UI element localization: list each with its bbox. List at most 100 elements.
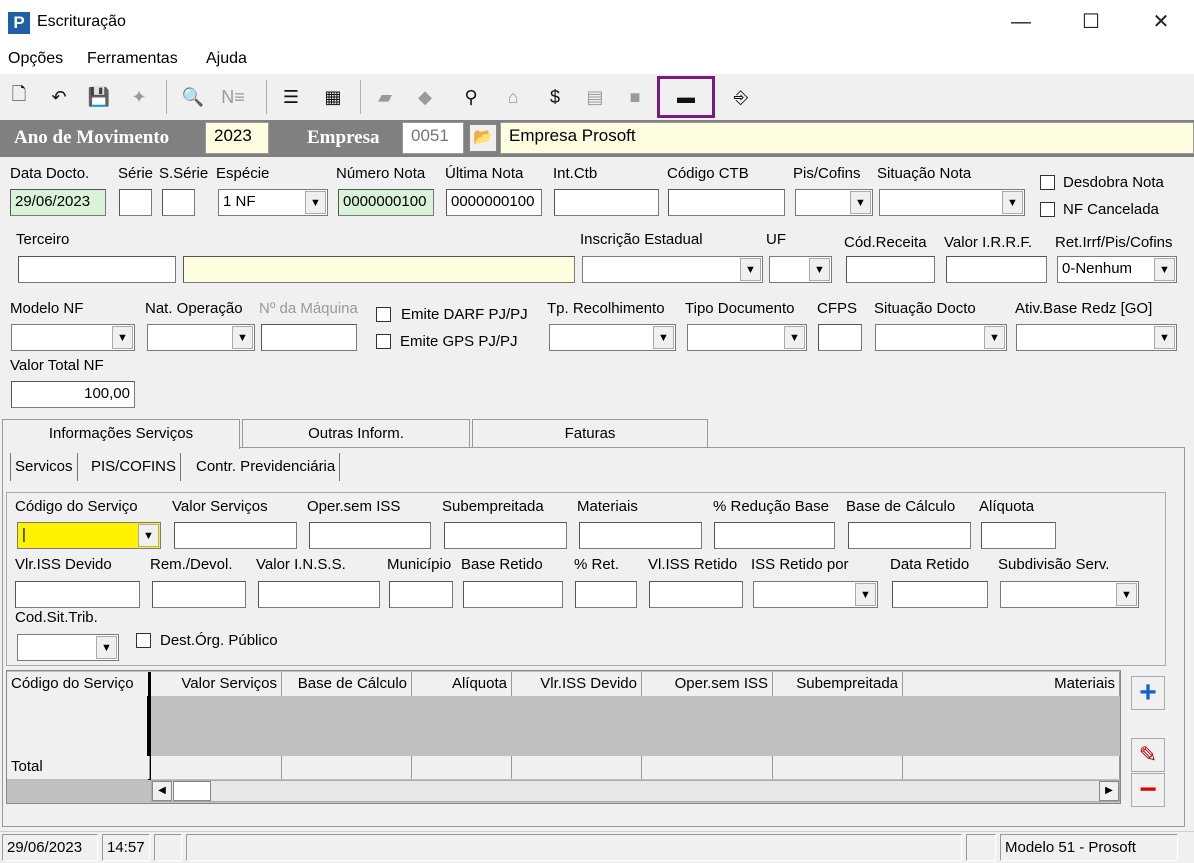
ledger-icon[interactable]: ▤: [582, 84, 608, 110]
tipo-documento-select[interactable]: ▼: [687, 324, 807, 351]
cfps-field[interactable]: [818, 324, 862, 351]
new-document-icon[interactable]: 🗋: [6, 84, 32, 110]
nat-operacao-select[interactable]: ▼: [147, 324, 255, 351]
grid-header-base[interactable]: Base de Cálculo: [282, 672, 412, 696]
chevron-down-icon[interactable]: ▼: [653, 326, 674, 349]
report-icon[interactable]: ▦: [320, 84, 346, 110]
scroll-thumb[interactable]: [173, 781, 211, 801]
edit-row-button[interactable]: ✎: [1131, 738, 1165, 772]
empresa-code-field[interactable]: 0051: [402, 122, 464, 154]
open-folder-icon[interactable]: 📂: [469, 124, 497, 152]
close-button[interactable]: ✕: [1146, 8, 1176, 36]
cod-sit-trib-select[interactable]: ▼: [17, 634, 119, 661]
subtab-contr-previdenciaria[interactable]: Contr. Previdenciária: [192, 453, 341, 481]
chevron-down-icon[interactable]: ▼: [138, 524, 159, 547]
desdobra-checkbox[interactable]: [1040, 175, 1055, 190]
nfe-icon[interactable]: N≡: [220, 84, 246, 110]
chevron-down-icon[interactable]: ▼: [1154, 258, 1175, 281]
preview-icon[interactable]: 🔍: [180, 84, 206, 110]
house-icon[interactable]: ⌂: [500, 84, 526, 110]
tab-faturas[interactable]: Faturas: [472, 419, 708, 447]
especie-select[interactable]: 1 NF ▼: [218, 189, 328, 216]
ano-field[interactable]: 2023: [205, 122, 269, 154]
menu-ferramentas[interactable]: Ferramentas: [87, 50, 178, 68]
minimize-button[interactable]: —: [1006, 8, 1036, 36]
undo-icon[interactable]: ↶: [46, 84, 72, 110]
data-docto-field[interactable]: 29/06/2023: [10, 189, 106, 216]
block-icon[interactable]: ■: [622, 84, 648, 110]
chevron-down-icon[interactable]: ▼: [232, 326, 253, 349]
chevron-down-icon[interactable]: ▼: [1002, 191, 1023, 214]
remove-row-button[interactable]: −: [1131, 773, 1165, 807]
grid-header-materiais[interactable]: Materiais: [903, 672, 1120, 696]
menu-opcoes[interactable]: Opções: [8, 50, 63, 68]
delete-icon[interactable]: ✦: [126, 84, 152, 110]
list-icon[interactable]: ☰: [278, 84, 304, 110]
calculator-icon[interactable]: ◆: [412, 84, 438, 110]
situacao-nota-select[interactable]: ▼: [879, 189, 1025, 216]
insc-estadual-select[interactable]: ▼: [582, 256, 763, 283]
rem-devol-field[interactable]: [152, 581, 246, 608]
add-row-button[interactable]: +: [1131, 676, 1165, 710]
perc-reducao-field[interactable]: [714, 522, 835, 549]
subempreitada-field[interactable]: [444, 522, 567, 549]
chevron-down-icon[interactable]: ▼: [96, 636, 117, 659]
scroll-right-icon[interactable]: ▶: [1099, 781, 1119, 801]
subtab-pis-cofins[interactable]: PIS/COFINS: [87, 453, 182, 481]
chevron-down-icon[interactable]: ▼: [1154, 326, 1175, 349]
valor-servicos-field[interactable]: [174, 522, 297, 549]
chevron-down-icon[interactable]: ▼: [855, 583, 876, 606]
materiais-field[interactable]: [579, 522, 702, 549]
grid-header-subempreitada[interactable]: Subempreitada: [773, 672, 903, 696]
menu-ajuda[interactable]: Ajuda: [206, 50, 247, 68]
chevron-down-icon[interactable]: ▼: [740, 258, 761, 281]
stamp-icon[interactable]: ⚲: [458, 84, 484, 110]
subtab-servicos[interactable]: Servicos: [10, 453, 78, 481]
cod-receita-field[interactable]: [846, 256, 935, 283]
tab-outras-inform[interactable]: Outras Inform.: [242, 419, 470, 447]
serie-field[interactable]: [119, 189, 152, 216]
uf-select[interactable]: ▼: [769, 256, 832, 283]
pis-cofins-select[interactable]: ▼: [795, 189, 873, 216]
tab-informacoes-servicos[interactable]: Informações Serviços: [2, 419, 240, 449]
municipio-field[interactable]: [389, 581, 453, 608]
ret-irrf-select[interactable]: 0-Nenhum ▼: [1057, 256, 1177, 283]
base-calculo-field[interactable]: [848, 522, 971, 549]
valor-irrf-field[interactable]: [946, 256, 1047, 283]
nf-cancelada-checkbox[interactable]: [1040, 202, 1055, 217]
iss-retido-por-select[interactable]: ▼: [753, 581, 878, 608]
emite-gps-checkbox[interactable]: [376, 334, 391, 349]
codigo-ctb-field[interactable]: [668, 189, 785, 216]
chevron-down-icon[interactable]: ▼: [809, 258, 830, 281]
chevron-down-icon[interactable]: ▼: [1116, 583, 1137, 606]
chevron-down-icon[interactable]: ▼: [984, 326, 1005, 349]
chevron-down-icon[interactable]: ▼: [112, 326, 133, 349]
grid-header-oper[interactable]: Oper.sem ISS: [642, 672, 773, 696]
chevron-down-icon[interactable]: ▼: [850, 191, 871, 214]
base-retido-field[interactable]: [463, 581, 563, 608]
valor-total-field[interactable]: 100,00: [11, 381, 135, 408]
subdivisao-select[interactable]: ▼: [1000, 581, 1139, 608]
data-retido-field[interactable]: [892, 581, 988, 608]
dest-org-checkbox[interactable]: [136, 633, 151, 648]
aliquota-field[interactable]: [981, 522, 1056, 549]
grid-header-iss[interactable]: Vlr.ISS Devido: [512, 672, 642, 696]
valor-inss-field[interactable]: [258, 581, 380, 608]
money-bag-icon[interactable]: $: [542, 84, 568, 110]
vl-iss-retido-field[interactable]: [649, 581, 743, 608]
tp-recolhimento-select[interactable]: ▼: [549, 324, 676, 351]
situacao-docto-select[interactable]: ▼: [875, 324, 1007, 351]
modelo-nf-select[interactable]: ▼: [11, 324, 135, 351]
folder-icon[interactable]: ▰: [372, 84, 398, 110]
maximize-button[interactable]: ☐: [1076, 8, 1106, 36]
oper-sem-iss-field[interactable]: [309, 522, 431, 549]
scroll-left-icon[interactable]: ◀: [152, 781, 172, 801]
save-icon[interactable]: 💾: [86, 84, 112, 110]
grid-horizontal-scrollbar[interactable]: [151, 780, 1120, 802]
grid-header-aliquota[interactable]: Alíquota: [412, 672, 512, 696]
vlr-iss-devido-field[interactable]: [15, 581, 140, 608]
chevron-down-icon[interactable]: ▼: [305, 191, 326, 214]
numero-nota-field[interactable]: 0000000100: [338, 189, 434, 216]
terceiro-code-field[interactable]: [18, 256, 176, 283]
num-maquina-field[interactable]: [261, 324, 357, 351]
